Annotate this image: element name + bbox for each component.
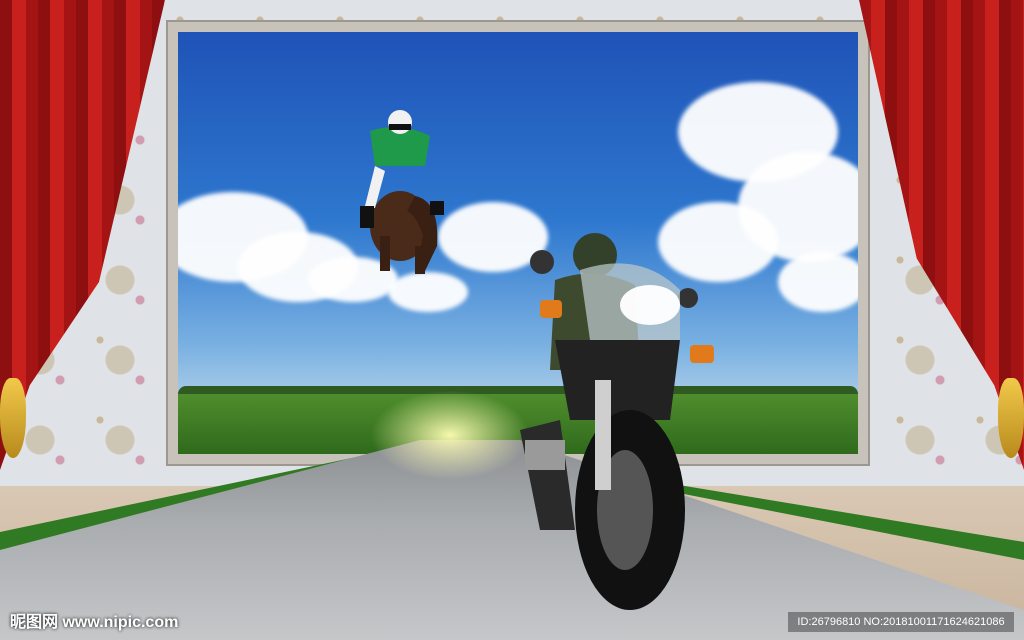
motorcycle-rider [520,233,714,610]
curtain-tassel-right [998,378,1024,458]
image-id-bar: ID:26796810 NO:20181001171624621086 [788,612,1014,632]
site-watermark: 昵图网 www.nipic.com [10,614,179,631]
curtain-tassel-left [0,378,26,458]
cloud [388,272,468,312]
scene: 昵图网 www.nipic.com ID:26796810 NO:2018100… [0,0,1024,640]
cloud [778,252,858,312]
jockey-on-horse [360,110,444,274]
